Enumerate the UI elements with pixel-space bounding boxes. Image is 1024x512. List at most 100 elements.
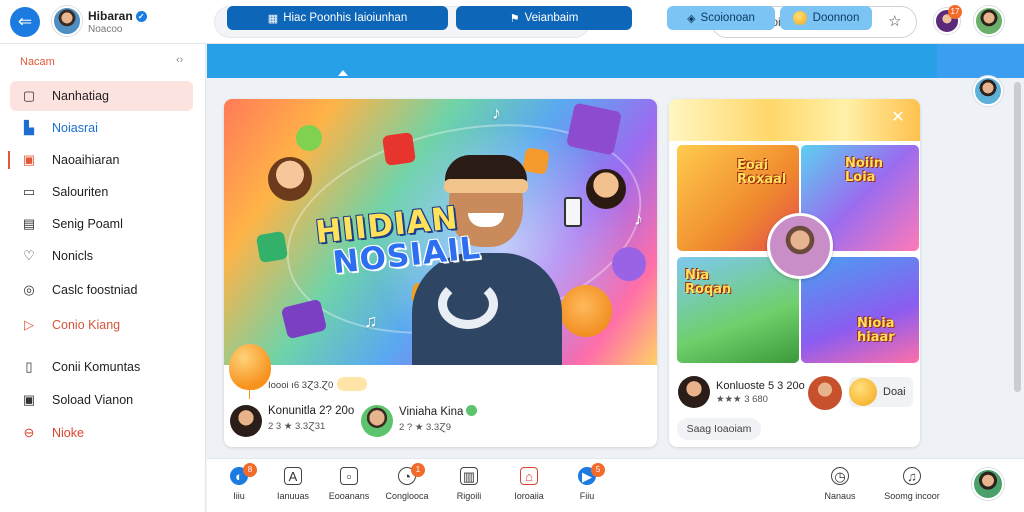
sidebar: Nacam ‹› ▢ Nanhatiag ▙ Noiasrai ▣ Naoaihiar… xyxy=(0,44,206,512)
toolbar-label: Nanaus xyxy=(824,491,856,501)
side-creator[interactable]: Konluoste 5 3 20o ★★★ 3 680 xyxy=(678,376,805,408)
sidebar-item-9[interactable]: ▣ Soload Vianon xyxy=(10,385,193,415)
profile-name-text: Hibaran xyxy=(88,9,133,23)
sidebar-item-label: Noiasrai xyxy=(52,121,98,135)
toolbar-badge: 5 xyxy=(591,463,605,477)
tab-strip xyxy=(207,44,937,78)
heart-icon: ♡ xyxy=(23,248,35,263)
tile-label: Eoai Roxaal xyxy=(737,158,787,187)
circle-icon: ◎ xyxy=(23,282,35,297)
toolbar-item-7[interactable]: ◷ Nanaus xyxy=(810,467,870,501)
emoji-icon xyxy=(849,378,877,406)
send-icon: ▷ xyxy=(24,317,34,332)
text-icon: A xyxy=(284,467,302,485)
collapse-icon[interactable]: ‹› xyxy=(176,54,183,66)
bottom-account-avatar[interactable] xyxy=(972,468,1004,500)
sidebar-item-5[interactable]: ♡ Nonicls xyxy=(10,241,193,271)
coin-icon xyxy=(792,11,807,25)
toolbar-label: Rigoili xyxy=(456,491,482,501)
scrollbar[interactable] xyxy=(1014,82,1021,392)
toolbar-item-6[interactable]: ▶ 5 Fiiu xyxy=(557,463,617,501)
sidebar-item-6[interactable]: ◎ Caslc foostniad xyxy=(10,275,193,305)
close-icon[interactable]: ✕ xyxy=(888,108,908,128)
timer-icon: ◷ xyxy=(831,467,849,485)
tab-2[interactable]: ◈ Scoionoan xyxy=(667,6,775,30)
star-icon[interactable]: ☆ xyxy=(888,12,901,30)
featured-card[interactable]: ♪ ♫ ♪ HIIDIAN NOSIAIL xyxy=(224,99,657,447)
creator-1[interactable]: Viniaha Kina 2 ? ★ 3.3Ɀ9 xyxy=(361,405,478,437)
tab-3[interactable]: Doonnon xyxy=(780,6,872,30)
tile-label: Nia Roqan xyxy=(685,268,732,297)
toolbar-item-8[interactable]: ♫ Soomg incoor xyxy=(875,467,949,501)
tile-label: Noiin Loia xyxy=(845,156,883,185)
toolbar-label: Iiiu xyxy=(233,491,245,501)
toolbar-label: Ianuuas xyxy=(276,491,310,501)
sidebar-item-10[interactable]: ⊖ Nioke xyxy=(10,418,193,448)
toolbar-item-4[interactable]: ▥ Rigoili xyxy=(439,467,499,501)
sticker-violet xyxy=(280,298,328,340)
rail-avatar[interactable] xyxy=(973,76,1003,106)
creator-name-text: Viniaha Kina xyxy=(399,406,464,418)
toolbar-badge: 1 xyxy=(411,463,425,477)
side-button[interactable]: Saag Ioaoiam xyxy=(677,418,761,440)
tab-label: Veianbaim xyxy=(524,12,579,24)
phone-icon xyxy=(564,197,582,227)
sidebar-item-4[interactable]: ▤ Senig Poaml xyxy=(10,209,193,239)
emoji-icon xyxy=(337,377,368,391)
cartoon-orange-creature xyxy=(560,285,612,337)
creator-avatar xyxy=(361,405,393,437)
sidebar-item-label: Caslc foostniad xyxy=(52,283,138,297)
sidebar-item-0[interactable]: ▢ Nanhatiag xyxy=(10,81,193,111)
side-avatar[interactable] xyxy=(808,376,842,410)
creator-name: Konunitla 2? 20o xyxy=(268,405,355,417)
toolbar-item-3[interactable]: ◔ 1 Conglooca xyxy=(377,463,437,501)
user-avatar[interactable] xyxy=(52,6,82,36)
card-meta: Ioooi ı6 3Ɀ3.Ɀ0 xyxy=(268,377,368,391)
toolbar-item-2[interactable]: ▫ Eooanans xyxy=(319,467,379,501)
music-icon: ▤ xyxy=(22,216,36,231)
notification-badge: 17 xyxy=(948,5,962,19)
tab-1[interactable]: ⚑ Veianbaim xyxy=(456,6,632,30)
toolbar-label: Soomg incoor xyxy=(884,491,940,501)
folder-icon: ▭ xyxy=(22,184,36,199)
bag-icon: ⌂ xyxy=(520,467,538,485)
sidebar-item-7[interactable]: ▷ Conio Kiang xyxy=(10,310,193,340)
music-note-icon: ♪ xyxy=(634,209,643,229)
toolbar-item-1[interactable]: A Ianuuas xyxy=(263,467,323,501)
collage-center-photo[interactable] xyxy=(767,213,833,279)
toolbar-label: Ioroaiia xyxy=(514,491,544,501)
back-button[interactable]: ⇐ xyxy=(10,7,40,37)
tab-label: Hiac Poonhis Iaioiunhan xyxy=(283,12,408,24)
sidebar-item-2[interactable]: ▣ Naoaihiaran xyxy=(8,145,193,175)
save-icon: ▣ xyxy=(22,392,36,407)
side-creator-avatar xyxy=(678,376,710,408)
music-note-icon: ♫ xyxy=(364,311,378,331)
toolbar-label: Fiiu xyxy=(579,491,595,501)
right-rail xyxy=(937,78,1024,458)
toolbar-item-5[interactable]: ⌂ Ioroaiia xyxy=(499,467,559,501)
chart-icon: ▙ xyxy=(24,120,34,135)
card-meta-text: Ioooi ı6 3Ɀ3.Ɀ0 xyxy=(268,380,334,391)
toolbar-label: Eooanans xyxy=(328,491,370,501)
sidebar-item-8[interactable]: ▯ Conii Komuntas xyxy=(10,352,193,382)
sidebar-item-label: Conio Kiang xyxy=(52,318,121,332)
square-icon: ▢ xyxy=(22,88,36,103)
bell-icon: ♫ xyxy=(903,467,921,485)
tile-label: Nioia hiaar xyxy=(857,316,895,345)
cartoon-purple-creature xyxy=(612,247,646,281)
right-strip xyxy=(937,44,1024,78)
creator-stats: 2 3 ★ 3.3Ɀ31 xyxy=(268,421,326,432)
tab-0[interactable]: ▦ Hiac Poonhis Iaioiunhan xyxy=(227,6,448,30)
sidebar-item-3[interactable]: ▭ Salouriten xyxy=(10,177,193,207)
sidebar-item-label: Senig Poaml xyxy=(52,217,123,231)
creator-stats: 2 ? ★ 3.3Ɀ9 xyxy=(399,422,451,433)
pin-icon: ◈ xyxy=(687,12,696,25)
creator-0[interactable]: Konunitla 2? 20o 2 3 ★ 3.3Ɀ31 xyxy=(230,405,354,437)
sidebar-item-1[interactable]: ▙ Noiasrai xyxy=(10,113,193,143)
toolbar-item-0[interactable]: ◐ 8 Iiiu xyxy=(209,463,269,501)
music-note-icon: ♪ xyxy=(492,103,501,123)
toolbar-label: Conglooca xyxy=(385,491,429,501)
account-avatar[interactable] xyxy=(974,6,1004,36)
cartoon-ball xyxy=(296,125,322,151)
online-dot-icon xyxy=(466,405,478,416)
